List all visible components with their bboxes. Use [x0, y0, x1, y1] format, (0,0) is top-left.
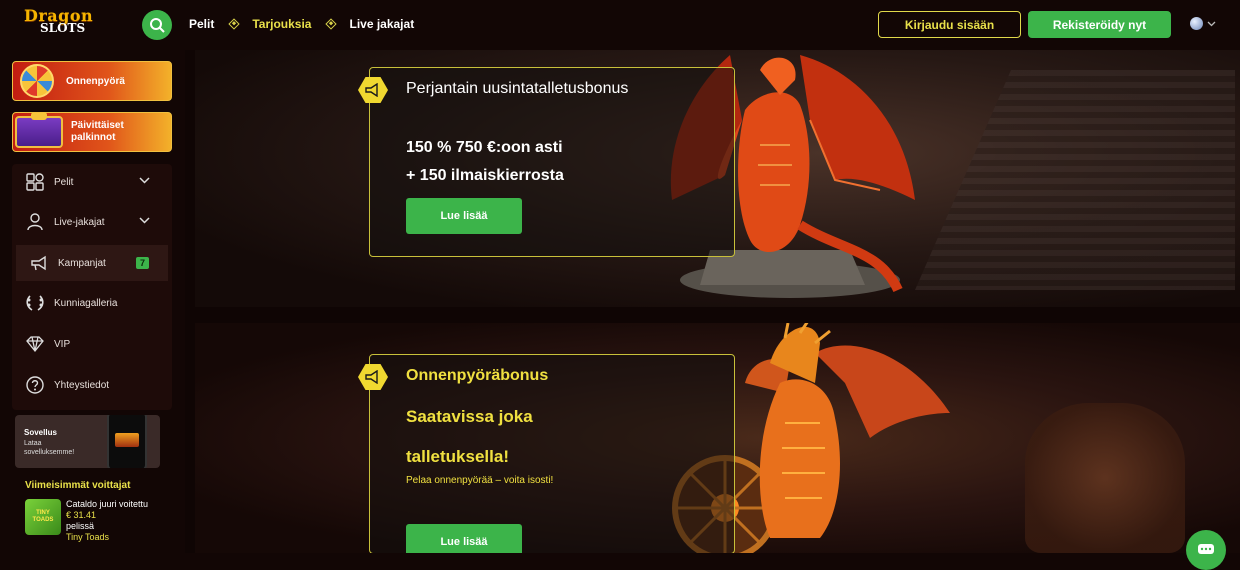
site-logo[interactable]: Dragon SLOTS [24, 8, 102, 40]
game-thumbnail: TINY TOADS [25, 499, 61, 535]
sidebar-item-label: Yhteystiedot [54, 379, 110, 391]
background-rock [1025, 403, 1185, 553]
sidebar-item-yhteystiedot[interactable]: Yhteystiedot [12, 367, 172, 403]
sidebar-item-kunniagalleria[interactable]: Kunniagalleria [12, 285, 172, 321]
chevron-down-icon [139, 177, 150, 184]
wheel-promo-label: Onnenpyörä [66, 75, 125, 87]
sidebar-menu: Pelit Live-jakajat Kampanjat 7 Kunniagal… [12, 164, 172, 410]
sidebar-item-kampanjat[interactable]: Kampanjat 7 [16, 245, 168, 281]
winner-name: Cataldo juuri voitettu [66, 499, 149, 509]
megaphone-tag-icon [358, 364, 388, 390]
read-more-button[interactable]: Lue lisää [406, 524, 522, 553]
count-badge: 7 [136, 257, 150, 269]
phone-image [107, 415, 147, 468]
language-selector[interactable] [1190, 17, 1216, 30]
thumbnail-text: TINY TOADS [32, 510, 54, 523]
sidebar-item-label: Kampanjat [58, 257, 106, 269]
winner-amount: € 31.41 [66, 510, 97, 520]
wheel-promo-button[interactable]: Onnenpyörä [12, 61, 172, 101]
question-icon [24, 374, 46, 396]
nav-tarjouksia[interactable]: Tarjouksia [252, 17, 311, 31]
background-stairs [915, 70, 1235, 290]
promotion-line-1: Saatavissa joka [406, 407, 533, 426]
chevron-down-icon [139, 217, 150, 224]
search-button[interactable] [142, 10, 172, 40]
sidebar-item-vip[interactable]: VIP [12, 326, 172, 362]
nav-separator-icon [325, 18, 338, 30]
promotion-line-2: + 150 ilmaiskierrosta [406, 167, 564, 184]
promotion-title: Perjantain uusintatalletusbonus [406, 80, 629, 97]
nav-live-jakajat[interactable]: Live jakajat [349, 17, 414, 31]
sidebar-item-live-jakajat[interactable]: Live-jakajat [12, 204, 172, 240]
live-dealer-icon [24, 211, 46, 233]
wheel-of-fortune-icon [20, 64, 54, 98]
games-icon [24, 171, 46, 193]
megaphone-icon [28, 252, 50, 274]
laurel-icon [24, 292, 46, 314]
promotion-title: Onnenpyöräbonus [406, 367, 549, 384]
daily-rewards-button[interactable]: Päivittäiset palkinnot [12, 112, 172, 152]
read-more-button[interactable]: Lue lisää [406, 198, 522, 234]
app-card-title: Sovellus [24, 428, 57, 437]
promotions-content: Perjantain uusintatalletusbonus 150 % 75… [185, 50, 1240, 553]
promotion-details-box: Perjantain uusintatalletusbonus 150 % 75… [358, 67, 735, 257]
promotion-card: Onnenpyöräbonus Saatavissa joka talletuk… [195, 323, 1240, 553]
nav-pelit[interactable]: Pelit [189, 17, 214, 31]
sidebar-item-label: Kunniagalleria [54, 297, 118, 309]
sidebar-item-label: VIP [54, 338, 71, 350]
winner-item[interactable]: TINY TOADS Cataldo juuri voitettu € 31.4… [25, 497, 175, 553]
search-icon [150, 18, 165, 33]
treasure-chest-icon [15, 112, 63, 148]
app-download-card[interactable]: Sovellus Lataa sovelluksemme! [15, 415, 160, 468]
latest-winners-title: Viimeisimmät voittajat [25, 480, 131, 491]
diamond-icon [24, 333, 46, 355]
promotion-details-box: Onnenpyöräbonus Saatavissa joka talletuk… [358, 354, 735, 553]
winner-text: Cataldo juuri voitettu € 31.41 pelissä T… [66, 499, 148, 543]
daily-rewards-label: Päivittäiset palkinnot [71, 120, 124, 143]
promotion-subtext: Pelaa onnenpyörää – voita isosti! [406, 475, 554, 486]
main-nav: Pelit Tarjouksia Live jakajat [189, 17, 414, 31]
chevron-down-icon [1207, 21, 1216, 26]
top-bar: Dragon SLOTS Pelit Tarjouksia Live jakaj… [0, 0, 1240, 50]
winner-suffix: pelissä [66, 521, 95, 531]
promotion-line-2: talletuksella! [406, 447, 509, 466]
megaphone-tag-icon [358, 77, 388, 103]
sidebar-item-pelit[interactable]: Pelit [12, 164, 172, 200]
sidebar-item-label: Pelit [54, 176, 74, 188]
register-button[interactable]: Rekisteröidy nyt [1028, 11, 1171, 38]
globe-icon [1190, 17, 1203, 30]
nav-separator-icon [228, 18, 241, 30]
promotion-line-1: 150 % 750 €:oon asti [406, 139, 563, 156]
promotion-card: Perjantain uusintatalletusbonus 150 % 75… [195, 50, 1240, 307]
sidebar-item-label: Live-jakajat [54, 216, 105, 228]
app-card-text: Lataa sovelluksemme! [24, 440, 75, 456]
winner-game: Tiny Toads [66, 532, 110, 542]
login-button[interactable]: Kirjaudu sisään [878, 11, 1021, 38]
chat-icon [1198, 544, 1214, 554]
live-chat-button[interactable] [1186, 530, 1226, 570]
